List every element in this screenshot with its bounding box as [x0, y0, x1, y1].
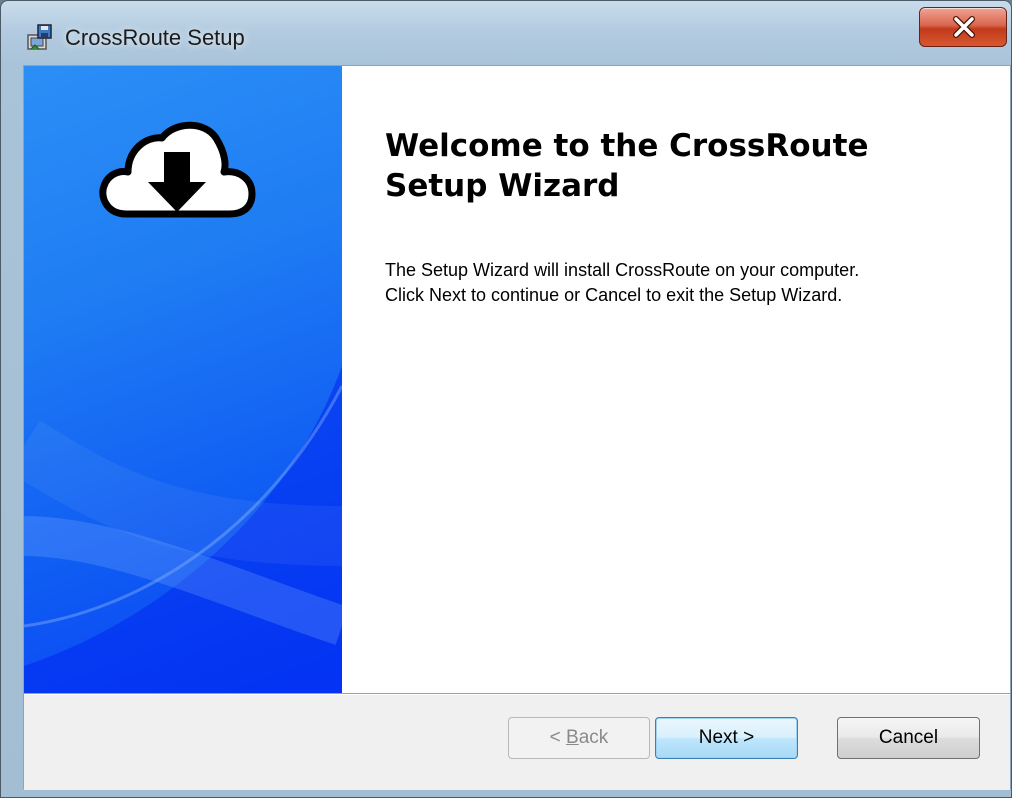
welcome-banner [24, 66, 342, 693]
welcome-heading: Welcome to the CrossRoute Setup Wizard [385, 128, 869, 204]
next-button[interactable]: Next > [655, 717, 798, 759]
back-button[interactable]: < Back [508, 717, 650, 759]
button-bar: < Back Next > Cancel [24, 695, 1010, 790]
welcome-description: The Setup Wizard will install CrossRoute… [385, 258, 985, 308]
setup-window: CrossRoute Setup Welcome to the CrossRou… [0, 0, 1012, 798]
back-button-label: < Back [549, 727, 609, 748]
installer-icon [25, 23, 55, 53]
title-bar[interactable]: CrossRoute Setup [1, 1, 1011, 65]
close-icon [953, 16, 975, 38]
close-button[interactable] [919, 7, 1007, 47]
window-title: CrossRoute Setup [65, 25, 245, 50]
description-line: Click Next to continue or Cancel to exit… [385, 285, 843, 305]
wizard-client-area: Welcome to the CrossRoute Setup Wizard T… [23, 65, 1011, 790]
cloud-download-icon [99, 121, 256, 218]
description-line: The Setup Wizard will install CrossRoute… [385, 260, 860, 280]
cancel-button[interactable]: Cancel [837, 717, 980, 759]
